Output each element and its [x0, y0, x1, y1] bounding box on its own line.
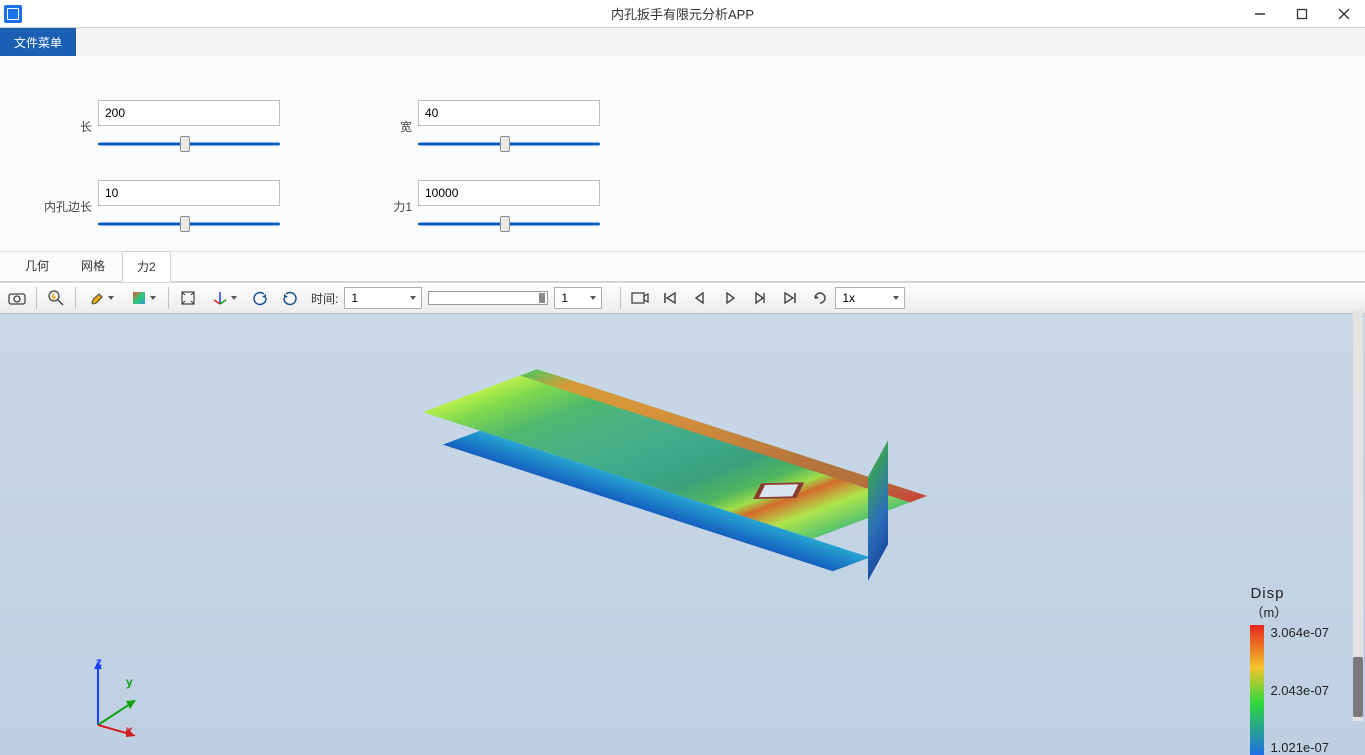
zoom-lightning-icon[interactable]: [42, 284, 70, 312]
scrollbar-thumb[interactable]: [1353, 657, 1363, 717]
force-slider[interactable]: [418, 216, 600, 232]
first-frame-icon[interactable]: [656, 284, 684, 312]
legend-colorbar: [1250, 625, 1264, 755]
viewport-3d[interactable]: z y x Disp （m） 3.064e-07 2.043e-07 1.021…: [0, 314, 1365, 755]
axis-triad: z y x: [78, 657, 158, 737]
fem-model: [480, 351, 870, 584]
legend-title: Disp: [1250, 585, 1284, 602]
last-frame-icon[interactable]: [776, 284, 804, 312]
axis-z-label: z: [96, 655, 102, 669]
model-hole: [753, 482, 804, 499]
time-value-select[interactable]: 1: [344, 287, 422, 309]
title-bar: 内孔扳手有限元分析APP: [0, 0, 1365, 28]
minimize-button[interactable]: [1247, 4, 1273, 24]
parameter-panel: 长 内孔边长 宽: [0, 56, 1365, 252]
vertical-scrollbar[interactable]: [1353, 310, 1363, 721]
brush-dropdown-icon[interactable]: [81, 284, 121, 312]
speed-select[interactable]: 1x: [835, 287, 905, 309]
force-input[interactable]: [418, 180, 600, 206]
timeline-slider[interactable]: [428, 291, 548, 305]
legend-tick: 3.064e-07: [1270, 625, 1329, 640]
legend-unit: （m）: [1250, 602, 1287, 621]
time-frame-select[interactable]: 1: [554, 287, 602, 309]
prev-frame-icon[interactable]: [686, 284, 714, 312]
axis-view-dropdown-icon[interactable]: [204, 284, 244, 312]
speed-text: 1x: [842, 291, 855, 305]
viewport-toolbar: 时间: 1 1 1x: [0, 282, 1365, 314]
tab-mesh[interactable]: 网格: [66, 250, 120, 281]
rotate-ccw-icon[interactable]: [246, 284, 274, 312]
close-button[interactable]: [1331, 4, 1357, 24]
axis-x-label: x: [126, 723, 133, 737]
width-slider[interactable]: [418, 136, 600, 152]
axis-y-label: y: [126, 675, 133, 689]
hole-input[interactable]: [98, 180, 280, 206]
record-icon[interactable]: [626, 284, 654, 312]
menu-bar: 文件菜单: [0, 28, 1365, 56]
fit-extents-icon[interactable]: [174, 284, 202, 312]
tab-row: 几何 网格 力2: [0, 252, 1365, 282]
loop-icon[interactable]: [806, 284, 834, 312]
cube-color-dropdown-icon[interactable]: [123, 284, 163, 312]
hole-slider[interactable]: [98, 216, 280, 232]
next-frame-icon[interactable]: [746, 284, 774, 312]
legend-tick: 1.021e-07: [1270, 740, 1329, 755]
length-label: 长: [20, 118, 98, 135]
tab-force2[interactable]: 力2: [122, 251, 171, 282]
hole-label: 内孔边长: [20, 198, 98, 215]
length-input[interactable]: [98, 100, 280, 126]
window-title: 内孔扳手有限元分析APP: [611, 4, 754, 23]
rotate-cw-icon[interactable]: [276, 284, 304, 312]
width-label: 宽: [340, 118, 418, 135]
tab-geometry[interactable]: 几何: [10, 250, 64, 281]
force-label: 力1: [340, 198, 418, 215]
color-legend: Disp （m） 3.064e-07 2.043e-07 1.021e-07: [1250, 585, 1329, 755]
time-frame-text: 1: [561, 291, 568, 305]
length-slider[interactable]: [98, 136, 280, 152]
play-icon[interactable]: [716, 284, 744, 312]
time-value-text: 1: [351, 291, 358, 305]
legend-tick: 2.043e-07: [1270, 683, 1329, 698]
maximize-button[interactable]: [1289, 4, 1315, 24]
width-input[interactable]: [418, 100, 600, 126]
time-label: 时间:: [305, 290, 344, 307]
file-menu[interactable]: 文件菜单: [0, 28, 76, 56]
app-icon: [4, 5, 22, 23]
camera-icon[interactable]: [3, 284, 31, 312]
